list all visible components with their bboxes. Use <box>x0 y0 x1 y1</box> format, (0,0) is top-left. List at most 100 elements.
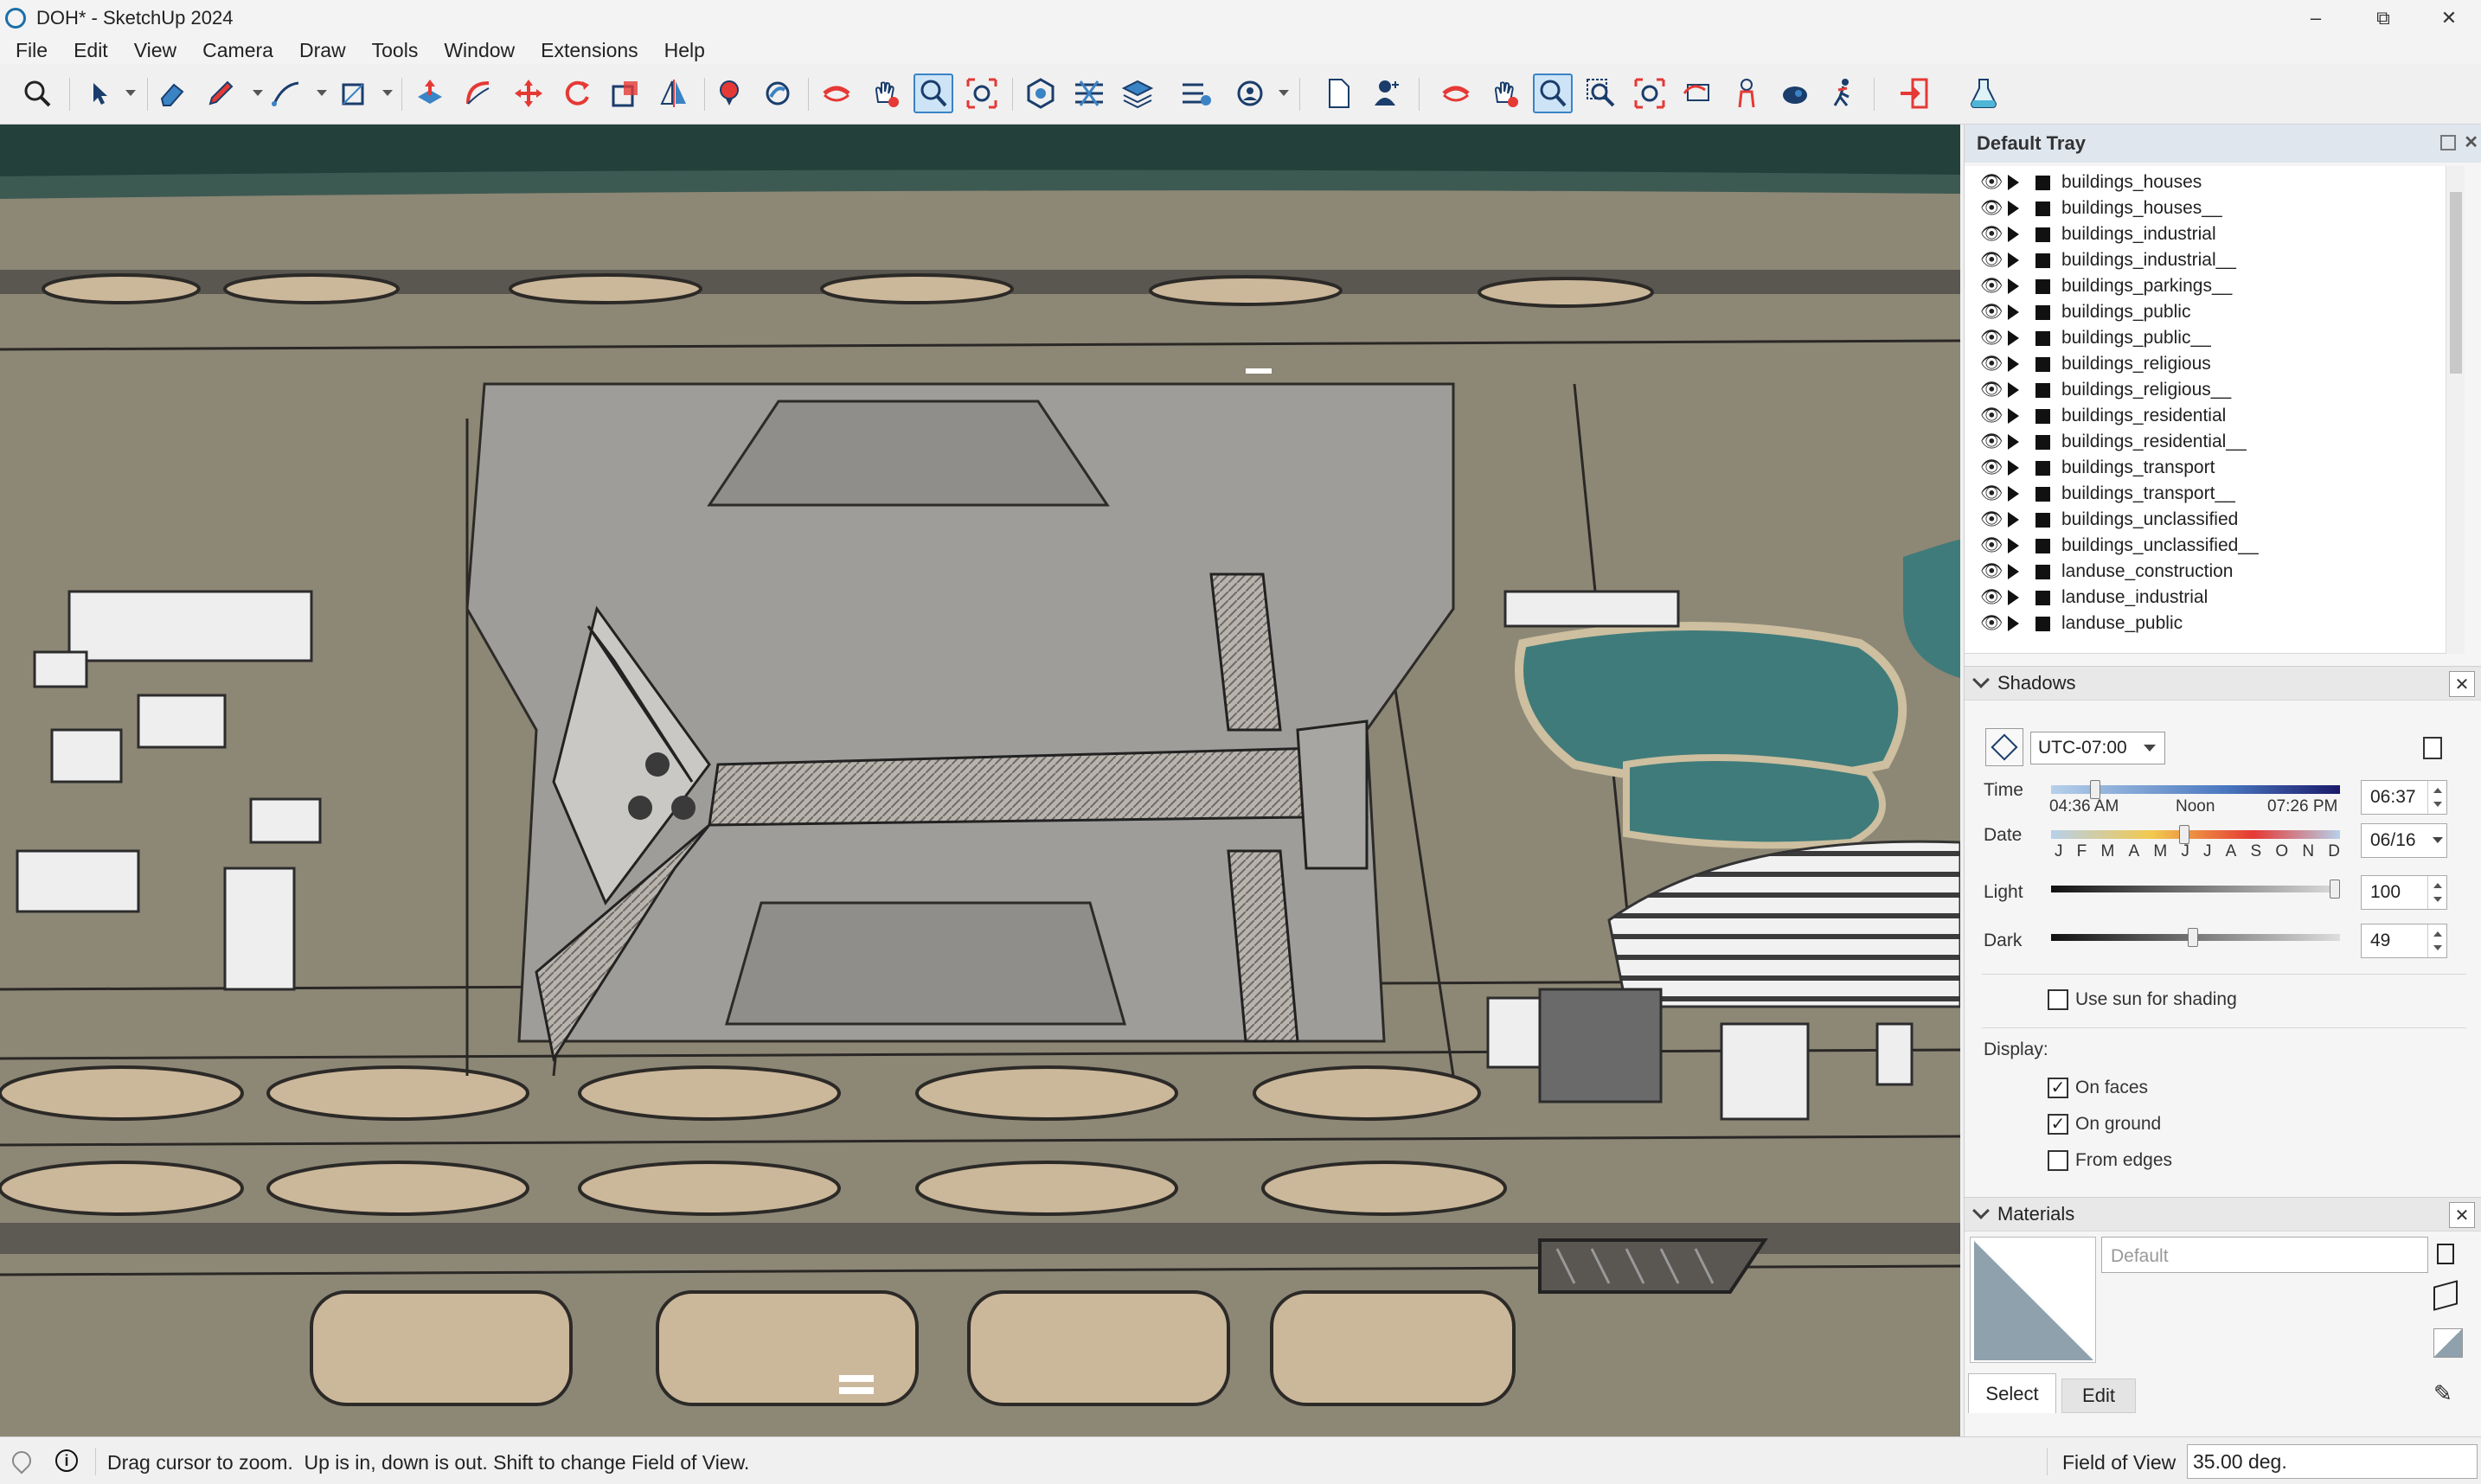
previous-view-icon[interactable] <box>1678 74 1718 113</box>
drawing-viewport[interactable] <box>0 125 1960 1436</box>
layers-icon[interactable] <box>1118 74 1157 113</box>
materials-panel-header[interactable]: Materials ✕ <box>1965 1197 2481 1231</box>
on-faces-checkbox[interactable]: ✓ <box>2048 1078 2068 1098</box>
menu-file[interactable]: File <box>0 39 58 62</box>
eye-icon[interactable]: 👁 <box>1980 406 2003 426</box>
extension-flask-icon[interactable] <box>1964 74 2003 113</box>
tags-scrollbar[interactable] <box>2446 166 2465 654</box>
measurements-input[interactable]: 35.00 deg. <box>2187 1444 2478 1479</box>
eye-icon[interactable]: 👁 <box>1980 224 2003 245</box>
eyedropper-icon[interactable]: ✎ <box>2433 1380 2452 1407</box>
expand-icon[interactable] <box>2008 304 2019 320</box>
dark-slider-thumb[interactable] <box>2188 928 2198 947</box>
expand-icon[interactable] <box>2008 356 2019 372</box>
outliner-icon[interactable] <box>1176 74 1216 113</box>
list-item[interactable]: 👁 buildings_transport__ <box>1965 481 2458 507</box>
expand-icon[interactable] <box>2008 253 2019 268</box>
eye-icon[interactable]: 👁 <box>1980 587 2003 608</box>
expand-icon[interactable] <box>2008 227 2019 242</box>
zoom-extents-icon[interactable] <box>1630 74 1670 113</box>
scroll-thumb[interactable] <box>2450 192 2462 374</box>
eye-icon[interactable]: 👁 <box>1980 432 2003 452</box>
zoom-extents-icon[interactable] <box>962 74 1002 113</box>
light-input[interactable]: 100 <box>2361 875 2447 910</box>
list-item[interactable]: 👁 landuse_industrial <box>1965 585 2458 611</box>
person-add-icon[interactable] <box>1367 74 1407 113</box>
zoom-icon[interactable] <box>914 74 953 113</box>
minimize-button[interactable]: – <box>2280 0 2351 36</box>
line-icon[interactable] <box>266 74 306 113</box>
spinner-arrows-icon[interactable] <box>2427 924 2446 957</box>
spinner-arrows-icon[interactable] <box>2427 781 2446 814</box>
spinner-arrows-icon[interactable] <box>2427 876 2446 909</box>
warehouse-icon[interactable] <box>1232 74 1272 113</box>
eye-icon[interactable]: 👁 <box>1980 483 2003 504</box>
time-slider[interactable] <box>2051 780 2340 799</box>
pin-icon[interactable] <box>2440 135 2456 150</box>
menu-draw[interactable]: Draw <box>284 39 356 62</box>
eye-icon[interactable]: 👁 <box>1980 302 2003 323</box>
list-item[interactable]: 👁 buildings_residential__ <box>1965 429 2458 455</box>
time-slider-thumb[interactable] <box>2090 780 2100 799</box>
default-material-icon[interactable] <box>2433 1328 2463 1358</box>
pan-icon[interactable] <box>865 74 905 113</box>
new-file-icon[interactable] <box>1318 74 1358 113</box>
zoom-icon[interactable] <box>1533 74 1573 113</box>
scale-icon[interactable] <box>606 74 645 113</box>
orbit-icon[interactable] <box>1436 74 1476 113</box>
dark-input[interactable]: 49 <box>2361 924 2447 958</box>
chevron-down-icon[interactable] <box>1972 1202 1990 1219</box>
info-icon[interactable]: i <box>55 1449 78 1472</box>
from-edges-checkbox[interactable] <box>2048 1150 2068 1171</box>
menu-edit[interactable]: Edit <box>58 39 119 62</box>
list-item[interactable]: 👁 buildings_houses <box>1965 170 2458 195</box>
chevron-down-icon[interactable] <box>1972 671 1990 688</box>
create-material-icon[interactable] <box>2437 1244 2454 1264</box>
flip-icon[interactable] <box>654 74 694 113</box>
list-item[interactable]: 👁 buildings_unclassified__ <box>1965 533 2458 559</box>
select-arrow-icon[interactable] <box>80 74 119 113</box>
menu-help[interactable]: Help <box>649 39 715 62</box>
eye-icon[interactable]: 👁 <box>1980 561 2003 582</box>
list-item[interactable]: 👁 landuse_public <box>1965 611 2458 636</box>
date-input[interactable]: 06/16 <box>2361 823 2447 858</box>
tab-select[interactable]: Select <box>1968 1373 2056 1413</box>
eye-icon[interactable]: 👁 <box>1980 380 2003 400</box>
on-ground-checkbox[interactable]: ✓ <box>2048 1114 2068 1135</box>
eraser-icon[interactable] <box>152 74 192 113</box>
eye-icon[interactable]: 👁 <box>1980 198 2003 219</box>
panel-menu-icon[interactable] <box>2423 737 2442 759</box>
material-name-input[interactable]: Default <box>2101 1237 2428 1273</box>
expand-icon[interactable] <box>2008 201 2019 216</box>
list-item[interactable]: 👁 landuse_construction <box>1965 559 2458 585</box>
geo-location-icon[interactable] <box>8 1447 35 1474</box>
expand-icon[interactable] <box>2008 434 2019 450</box>
expand-icon[interactable] <box>2008 330 2019 346</box>
expand-icon[interactable] <box>2008 175 2019 190</box>
eye-icon[interactable]: 👁 <box>1980 457 2003 478</box>
expand-icon[interactable] <box>2008 512 2019 528</box>
rectangle-icon[interactable] <box>334 74 374 113</box>
sections-icon[interactable] <box>1069 74 1109 113</box>
tape-icon[interactable] <box>758 74 798 113</box>
menu-extensions[interactable]: Extensions <box>525 39 649 62</box>
date-slider-thumb[interactable] <box>2179 825 2189 844</box>
expand-icon[interactable] <box>2008 590 2019 605</box>
pencil-icon[interactable] <box>201 74 240 113</box>
close-icon[interactable]: ✕ <box>2449 671 2475 697</box>
push-pull-icon[interactable] <box>410 74 450 113</box>
list-item[interactable]: 👁 buildings_religious__ <box>1965 377 2458 403</box>
menu-window[interactable]: Window <box>428 39 525 62</box>
list-item[interactable]: 👁 buildings_parkings__ <box>1965 273 2458 299</box>
paint-bucket-icon[interactable] <box>709 74 749 113</box>
menu-view[interactable]: View <box>119 39 187 62</box>
close-button[interactable]: ✕ <box>2414 0 2481 36</box>
expand-icon[interactable] <box>2008 278 2019 294</box>
list-item[interactable]: 👁 buildings_industrial <box>1965 221 2458 247</box>
list-item[interactable]: 👁 buildings_public <box>1965 299 2458 325</box>
expand-icon[interactable] <box>2008 382 2019 398</box>
close-icon[interactable]: ✕ <box>2449 1202 2475 1228</box>
eye-icon[interactable]: 👁 <box>1980 613 2003 634</box>
shadows-panel-header[interactable]: Shadows ✕ <box>1965 666 2481 700</box>
list-item[interactable]: 👁 buildings_unclassified <box>1965 507 2458 533</box>
